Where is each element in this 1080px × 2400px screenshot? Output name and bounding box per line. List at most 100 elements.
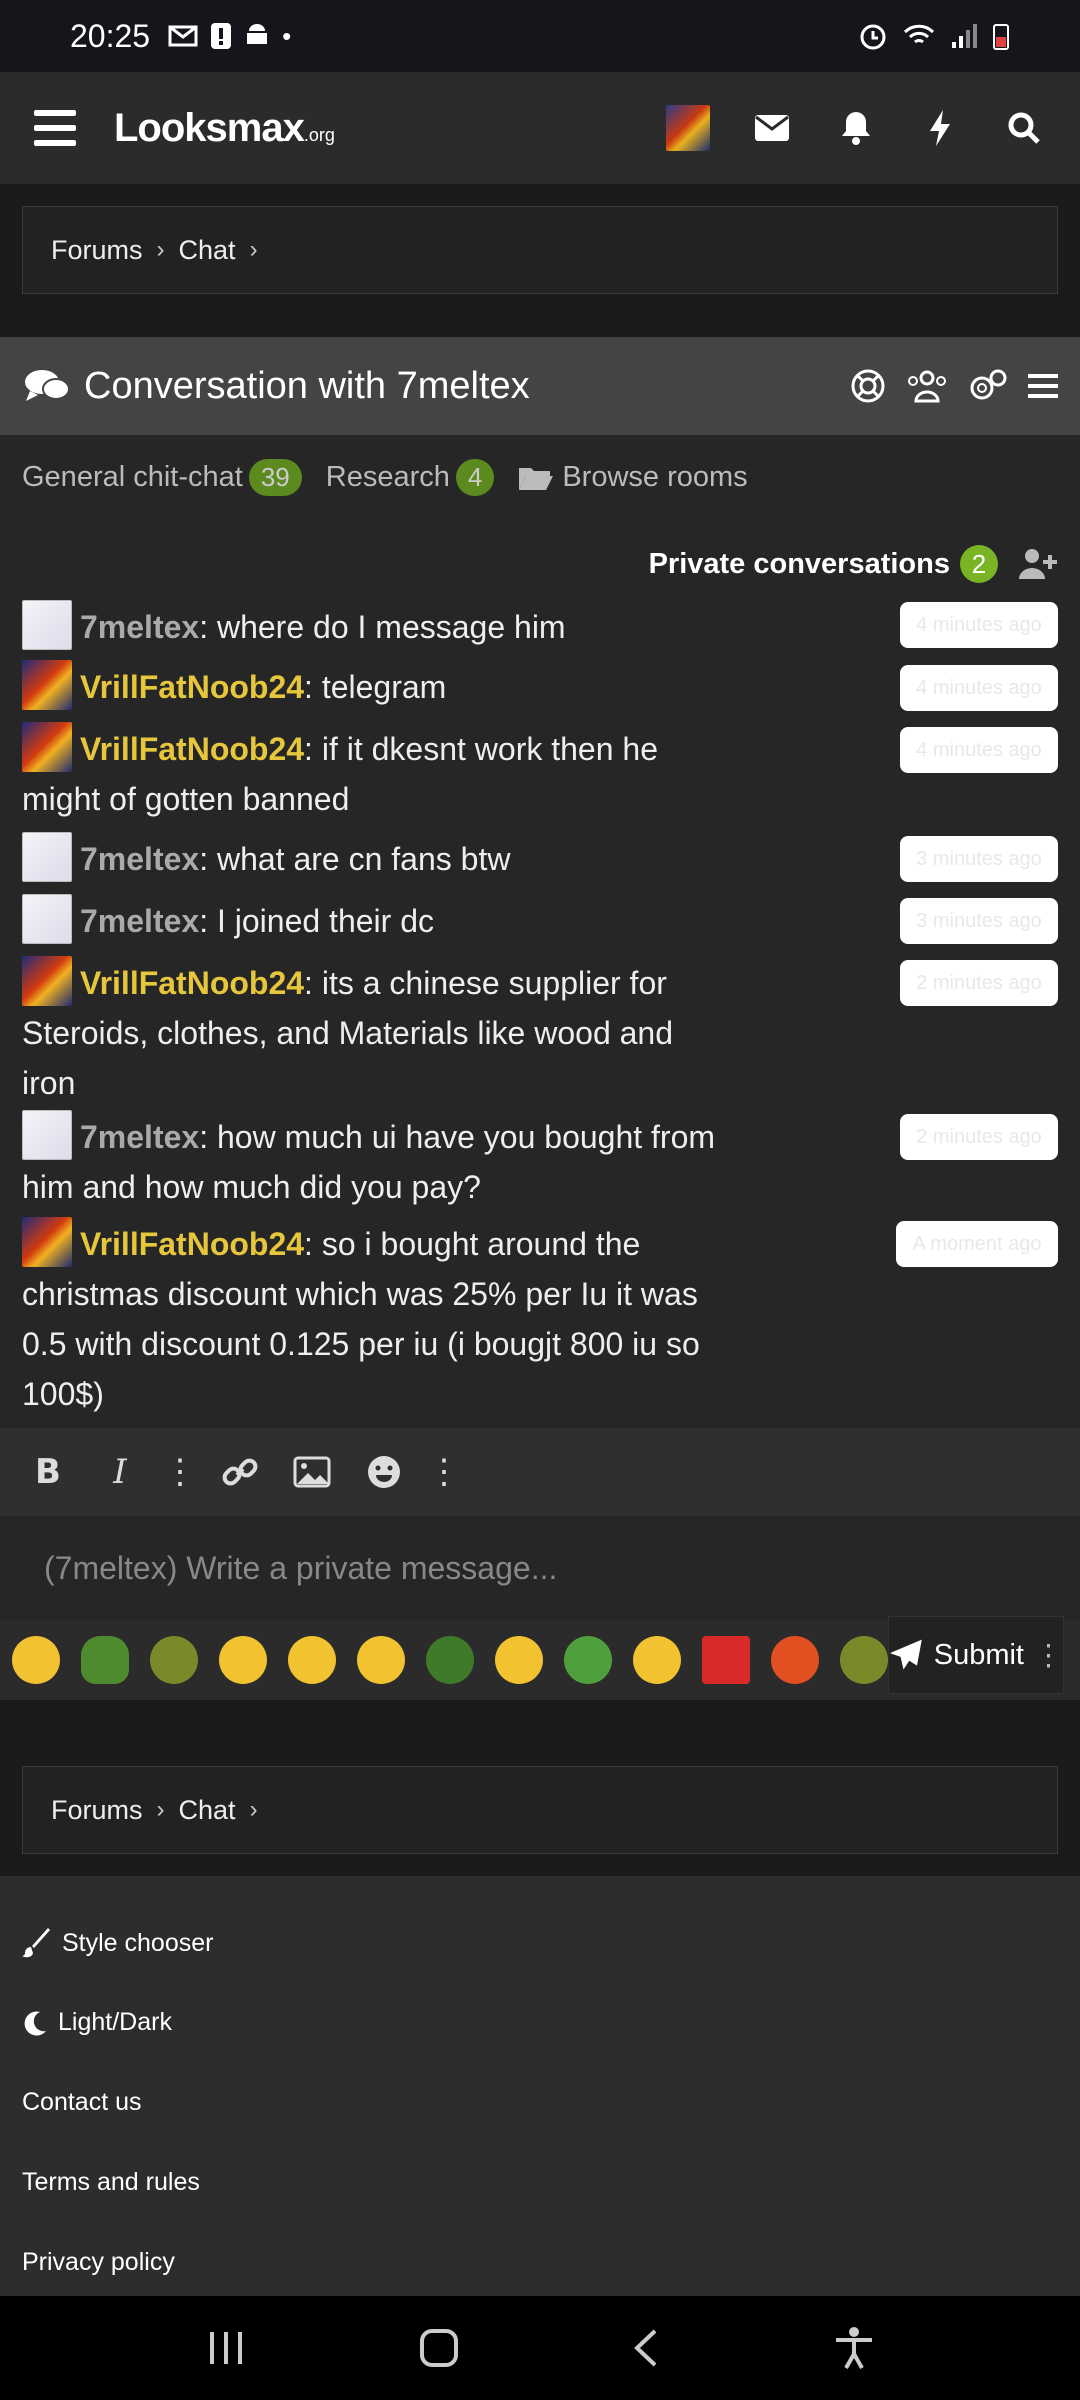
list-item: VrillFatNoob24: its a chinese supplier f… bbox=[22, 956, 722, 1108]
privacy-link[interactable]: Privacy policy bbox=[22, 2248, 175, 2277]
rofl-smilie-icon[interactable] bbox=[12, 1636, 60, 1684]
editor-toolbar: B I ⋮ ⋮ bbox=[0, 1428, 1080, 1516]
more-options-icon[interactable]: ⋮ bbox=[163, 1450, 197, 1494]
message-input[interactable]: (7meltex) Write a private message... bbox=[0, 1516, 1080, 1620]
list-item: VrillFatNoob24: if it dkesnt work then h… bbox=[22, 722, 722, 824]
avatar[interactable] bbox=[22, 600, 72, 650]
list-item: 7meltex: how much ui have you bought fro… bbox=[22, 1110, 722, 1212]
smiley-icon[interactable] bbox=[362, 1450, 406, 1494]
private-conversations-toggle[interactable]: Private conversations 2 bbox=[649, 545, 1058, 583]
frown-smilie-icon[interactable] bbox=[357, 1636, 405, 1684]
list-item: VrillFatNoob24: so i bought around the c… bbox=[22, 1217, 722, 1419]
breadcrumb-forums[interactable]: Forums bbox=[51, 1795, 143, 1826]
fire-smilie-icon[interactable] bbox=[771, 1636, 819, 1684]
lightning-icon[interactable] bbox=[918, 106, 962, 150]
tab-general-chit-chat[interactable]: General chit-chat 39 bbox=[22, 459, 302, 496]
username[interactable]: VrillFatNoob24 bbox=[80, 669, 304, 705]
smile-smilie-icon[interactable] bbox=[495, 1636, 543, 1684]
more-options-icon[interactable]: ⋮ bbox=[427, 1450, 461, 1494]
style-chooser-link[interactable]: Style chooser bbox=[22, 1928, 213, 1958]
user-avatar[interactable] bbox=[666, 105, 710, 151]
smirk-smilie-icon[interactable] bbox=[633, 1636, 681, 1684]
signal-icon bbox=[952, 24, 977, 48]
status-notification-icons: • bbox=[168, 21, 291, 52]
avatar[interactable] bbox=[22, 832, 72, 882]
username[interactable]: 7meltex bbox=[80, 1119, 199, 1155]
terms-link[interactable]: Terms and rules bbox=[22, 2168, 200, 2197]
bold-icon[interactable]: B bbox=[26, 1450, 70, 1494]
chevron-right-icon: › bbox=[156, 236, 165, 263]
username[interactable]: 7meltex bbox=[80, 841, 199, 877]
avatar[interactable] bbox=[22, 1217, 72, 1267]
username[interactable]: VrillFatNoob24 bbox=[80, 731, 304, 767]
angry-frog-smilie-icon[interactable] bbox=[426, 1636, 474, 1684]
system-nav-bar bbox=[0, 2296, 1080, 2400]
timestamp: 2 minutes ago bbox=[900, 960, 1058, 1006]
avatar[interactable] bbox=[22, 660, 72, 710]
bell-icon[interactable] bbox=[834, 106, 878, 150]
breadcrumb: Forums › Chat › bbox=[22, 206, 1058, 294]
chevron-right-icon: › bbox=[156, 1796, 165, 1823]
count-badge: 39 bbox=[248, 459, 302, 496]
breadcrumb: Forums › Chat › bbox=[22, 1766, 1058, 1854]
breadcrumb-forums[interactable]: Forums bbox=[51, 235, 143, 266]
timestamp: 3 minutes ago bbox=[900, 836, 1058, 882]
cool-smilie-icon[interactable] bbox=[219, 1636, 267, 1684]
breadcrumb-chat[interactable]: Chat bbox=[179, 235, 236, 266]
pepe-smilie-icon[interactable] bbox=[81, 1636, 129, 1684]
add-user-icon[interactable] bbox=[1018, 547, 1058, 581]
browse-rooms-link[interactable]: Browse rooms bbox=[518, 461, 748, 494]
site-logo[interactable]: Looksmax.org bbox=[114, 106, 335, 151]
back-icon[interactable] bbox=[631, 2328, 661, 2368]
more-dot-icon: • bbox=[282, 20, 292, 51]
breadcrumb-chat[interactable]: Chat bbox=[179, 1795, 236, 1826]
avatar[interactable] bbox=[22, 722, 72, 772]
chevron-right-icon: › bbox=[249, 1796, 258, 1823]
avatar[interactable] bbox=[22, 894, 72, 944]
timestamp: 3 minutes ago bbox=[900, 898, 1058, 944]
send-icon bbox=[889, 1639, 922, 1670]
username[interactable]: 7meltex bbox=[80, 903, 199, 939]
list-item: 7meltex: I joined their dc bbox=[22, 894, 722, 946]
status-bar: 20:25 • bbox=[0, 0, 1080, 72]
username[interactable]: VrillFatNoob24 bbox=[80, 1226, 304, 1262]
username[interactable]: 7meltex bbox=[80, 609, 199, 645]
message-list: 7meltex: where do I message him 4 minute… bbox=[0, 600, 1080, 1428]
timestamp: 4 minutes ago bbox=[900, 727, 1058, 773]
avatar[interactable] bbox=[22, 1110, 72, 1160]
page-title: Conversation with 7meltex bbox=[84, 364, 530, 407]
kermit-smilie-icon[interactable] bbox=[564, 1636, 612, 1684]
timestamp: 4 minutes ago bbox=[900, 602, 1058, 648]
avatar[interactable] bbox=[22, 956, 72, 1006]
shrek-smilie-icon[interactable] bbox=[150, 1636, 198, 1684]
alarm-icon bbox=[860, 24, 886, 50]
list-item: 7meltex: where do I message him bbox=[22, 600, 722, 652]
submit-button[interactable]: Submit ⋮ bbox=[888, 1616, 1064, 1694]
search-icon[interactable] bbox=[1002, 106, 1046, 150]
gears-icon[interactable] bbox=[968, 368, 1008, 404]
chevron-right-icon: › bbox=[249, 236, 258, 263]
italic-icon[interactable]: I bbox=[98, 1450, 142, 1494]
footer-links: Style chooser Light/Dark Contact us Term… bbox=[0, 1876, 1080, 2296]
link-icon[interactable] bbox=[218, 1450, 262, 1494]
accessibility-icon[interactable] bbox=[834, 2326, 874, 2370]
list-menu-icon[interactable] bbox=[1028, 372, 1058, 400]
lifebuoy-icon[interactable] bbox=[850, 368, 886, 404]
envelope-icon[interactable] bbox=[750, 106, 794, 150]
users-icon[interactable] bbox=[906, 369, 948, 403]
image-icon[interactable] bbox=[290, 1450, 334, 1494]
unamused-smilie-icon[interactable] bbox=[288, 1636, 336, 1684]
message-input-placeholder: (7meltex) Write a private message... bbox=[44, 1549, 558, 1586]
battery-icon bbox=[993, 24, 1009, 50]
contact-us-link[interactable]: Contact us bbox=[22, 2088, 142, 2117]
cl-smilie-icon[interactable] bbox=[702, 1636, 750, 1684]
menu-icon[interactable] bbox=[34, 110, 76, 146]
light-dark-toggle[interactable]: Light/Dark bbox=[22, 2008, 172, 2037]
username[interactable]: VrillFatNoob24 bbox=[80, 965, 304, 1001]
recent-apps-icon[interactable] bbox=[206, 2330, 246, 2366]
count-badge: 2 bbox=[960, 545, 998, 583]
tab-research[interactable]: Research 4 bbox=[326, 459, 495, 496]
home-icon[interactable] bbox=[419, 2328, 459, 2368]
wifi-icon bbox=[903, 24, 935, 44]
shrek-smilie-icon[interactable] bbox=[840, 1636, 888, 1684]
